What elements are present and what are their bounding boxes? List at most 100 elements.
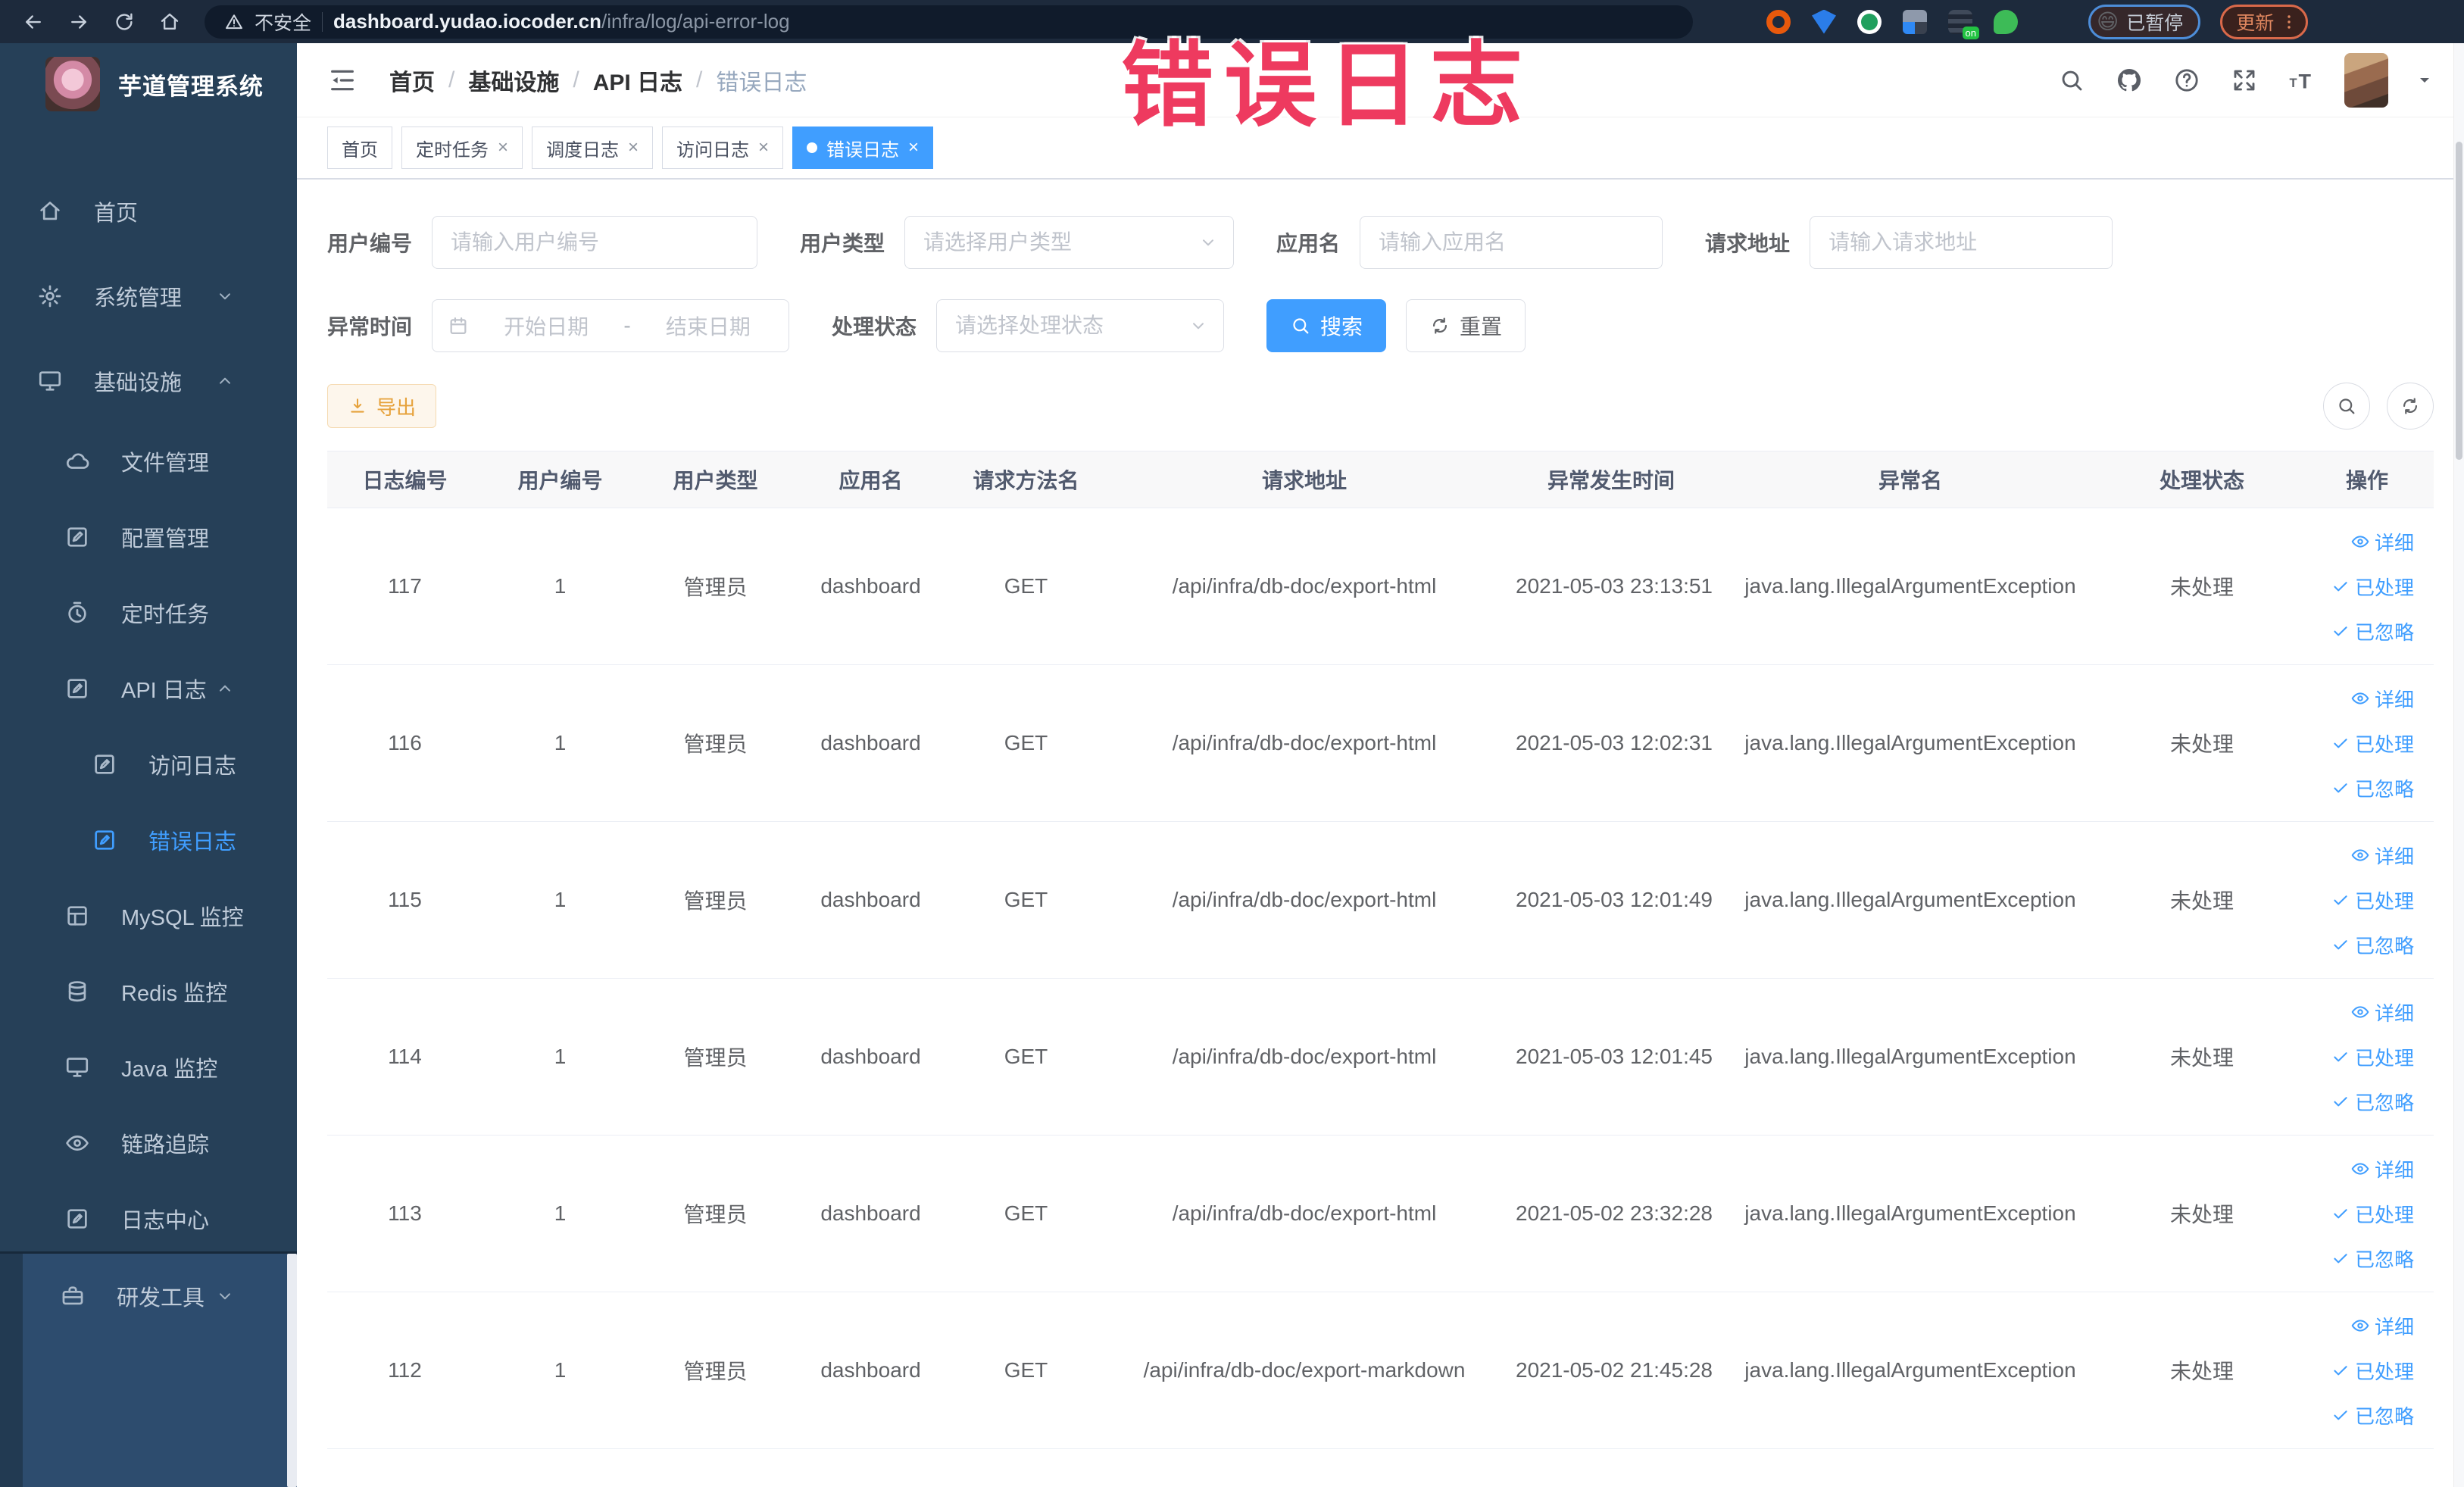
tab-定时任务[interactable]: 定时任务 × — [401, 127, 523, 169]
bookmark-star-icon[interactable] — [1719, 8, 1747, 36]
sidebar-item-MySQL 监控[interactable]: MySQL 监控 — [0, 878, 297, 954]
date-separator: - — [623, 314, 631, 337]
close-icon[interactable]: × — [628, 139, 639, 157]
action-详细-link[interactable]: 详细 — [2350, 685, 2414, 713]
sidebar-item-首页[interactable]: 首页 — [0, 169, 297, 254]
close-icon[interactable]: × — [498, 139, 508, 157]
user-type-select-input[interactable] — [905, 217, 1234, 268]
page-scrollbar[interactable] — [2453, 43, 2464, 1487]
date-range-picker[interactable]: 开始日期 - 结束日期 — [432, 299, 790, 352]
action-已处理-link[interactable]: 已处理 — [2331, 573, 2414, 601]
process-status-select[interactable] — [936, 299, 1225, 352]
app-name-input[interactable] — [1360, 217, 1663, 268]
user-type-select[interactable] — [904, 216, 1235, 269]
action-已忽略-link[interactable]: 已忽略 — [2331, 617, 2414, 645]
process-status-select-input[interactable] — [937, 300, 1224, 351]
sidebar-item-基础设施[interactable]: 基础设施 — [0, 339, 297, 423]
sidebar-item-Redis 监控[interactable]: Redis 监控 — [0, 954, 297, 1029]
sidebar-item-日志中心[interactable]: 日志中心 — [0, 1181, 297, 1257]
refresh-table-button[interactable] — [2387, 383, 2434, 430]
sidebar-item-API 日志[interactable]: API 日志 — [0, 651, 297, 726]
search-icon[interactable] — [2056, 65, 2087, 95]
sidebar-item-Java 监控[interactable]: Java 监控 — [0, 1029, 297, 1105]
address-bar[interactable]: 不安全 dashboard.yudao.iocoder.cn/infra/log… — [205, 5, 1693, 39]
tab-访问日志[interactable]: 访问日志 × — [662, 127, 784, 169]
toggle-search-button[interactable] — [2323, 383, 2370, 430]
sidebar-scrollbar[interactable] — [287, 1254, 297, 1487]
browser-reload-button[interactable] — [105, 5, 144, 39]
browser-update-menu-button[interactable]: 更新 — [2220, 4, 2309, 39]
extension-icon-on-badge[interactable]: on — [1946, 8, 1979, 39]
action-已处理-link[interactable]: 已处理 — [2331, 1357, 2414, 1385]
action-已处理-link[interactable]: 已处理 — [2331, 729, 2414, 758]
export-button[interactable]: 导出 — [327, 384, 437, 428]
sidebar-item-链路追踪[interactable]: 链路追踪 — [0, 1105, 297, 1181]
reset-button[interactable]: 重置 — [1406, 299, 1526, 352]
action-已忽略-link[interactable]: 已忽略 — [2331, 774, 2414, 802]
breadcrumb-item-infra[interactable]: 基础设施 — [468, 64, 559, 97]
chevron-down-icon — [215, 286, 235, 306]
grid-icon — [64, 902, 91, 929]
cell-app: dashboard — [820, 1358, 921, 1382]
tab-label: 首页 — [342, 139, 378, 161]
user-avatar[interactable] — [2344, 52, 2388, 108]
fullscreen-icon[interactable] — [2229, 65, 2259, 95]
breadcrumb-item-home[interactable]: 首页 — [389, 64, 435, 97]
cell-url: /api/infra/db-doc/export-markdown — [1143, 1358, 1466, 1382]
action-已处理-link[interactable]: 已处理 — [2331, 886, 2414, 914]
action-详细-link[interactable]: 详细 — [2350, 842, 2414, 870]
back-icon — [22, 11, 45, 33]
action-已忽略-link[interactable]: 已忽略 — [2331, 931, 2414, 959]
extension-icon-orange[interactable] — [1764, 8, 1793, 36]
extension-icon-green-sprout[interactable] — [1991, 8, 2020, 36]
tab-label: 访问日志 — [676, 139, 750, 161]
edit-icon — [64, 523, 91, 551]
extension-icon-white-pinwheel[interactable] — [2037, 8, 2066, 36]
cell-time: 2021-05-03 12:02:31 — [1516, 731, 1713, 754]
sidebar-item-错误日志[interactable]: 错误日志 — [0, 802, 297, 878]
sidebar-item-文件管理[interactable]: 文件管理 — [0, 423, 297, 499]
github-icon[interactable] — [2114, 65, 2144, 95]
request-url-input[interactable] — [1810, 217, 2113, 268]
extension-icon-blue-shield[interactable] — [1810, 8, 1838, 36]
search-button[interactable]: 搜索 — [1266, 299, 1387, 352]
caret-down-icon[interactable] — [2416, 71, 2434, 89]
close-icon[interactable]: × — [908, 139, 919, 157]
action-已处理-link[interactable]: 已处理 — [2331, 1200, 2414, 1228]
action-详细-link[interactable]: 详细 — [2350, 528, 2414, 556]
cell-exception: java.lang.IllegalArgumentException — [1744, 574, 2076, 598]
sidebar-item-系统管理[interactable]: 系统管理 — [0, 254, 297, 339]
db-icon — [64, 978, 91, 1005]
column-header-用户编号: 用户编号 — [517, 469, 603, 492]
action-已忽略-link[interactable]: 已忽略 — [2331, 1245, 2414, 1273]
sidebar-item-定时任务[interactable]: 定时任务 — [0, 575, 297, 651]
close-icon[interactable]: × — [758, 139, 769, 157]
action-详细-link[interactable]: 详细 — [2350, 998, 2414, 1026]
action-已忽略-link[interactable]: 已忽略 — [2331, 1401, 2414, 1429]
sidebar-item-配置管理[interactable]: 配置管理 — [0, 499, 297, 575]
extension-icon-green-v[interactable] — [1855, 8, 1884, 36]
action-已处理-link[interactable]: 已处理 — [2331, 1043, 2414, 1071]
action-详细-link[interactable]: 详细 — [2350, 1312, 2414, 1340]
browser-forward-button[interactable] — [59, 5, 98, 39]
breadcrumb-item-api-log[interactable]: API 日志 — [593, 64, 682, 97]
hamburger-icon[interactable] — [327, 65, 358, 95]
sidebar-item-研发工具[interactable]: 研发工具 — [23, 1254, 297, 1339]
browser-back-button[interactable] — [14, 5, 53, 39]
help-icon[interactable] — [2172, 65, 2202, 95]
logdoc-icon — [64, 675, 91, 702]
font-size-icon[interactable]: TT — [2287, 65, 2317, 95]
tab-错误日志[interactable]: 错误日志 × — [792, 127, 934, 169]
action-已忽略-link[interactable]: 已忽略 — [2331, 1088, 2414, 1116]
page-scrollbar-thumb[interactable] — [2456, 142, 2462, 460]
sidebar-item-访问日志[interactable]: 访问日志 — [0, 726, 297, 802]
tab-首页[interactable]: 首页 — [327, 127, 392, 169]
column-header-处理状态: 处理状态 — [2159, 469, 2244, 492]
browser-profile-paused-button[interactable]: 😄 已暂停 — [2088, 4, 2201, 39]
app-logo-block[interactable]: 芋道管理系统 — [0, 43, 297, 125]
user-id-input[interactable] — [433, 217, 757, 268]
tab-调度日志[interactable]: 调度日志 × — [532, 127, 654, 169]
action-详细-link[interactable]: 详细 — [2350, 1155, 2414, 1183]
browser-home-button[interactable] — [150, 5, 189, 39]
extension-icon-grid-drop[interactable] — [1900, 8, 1929, 36]
